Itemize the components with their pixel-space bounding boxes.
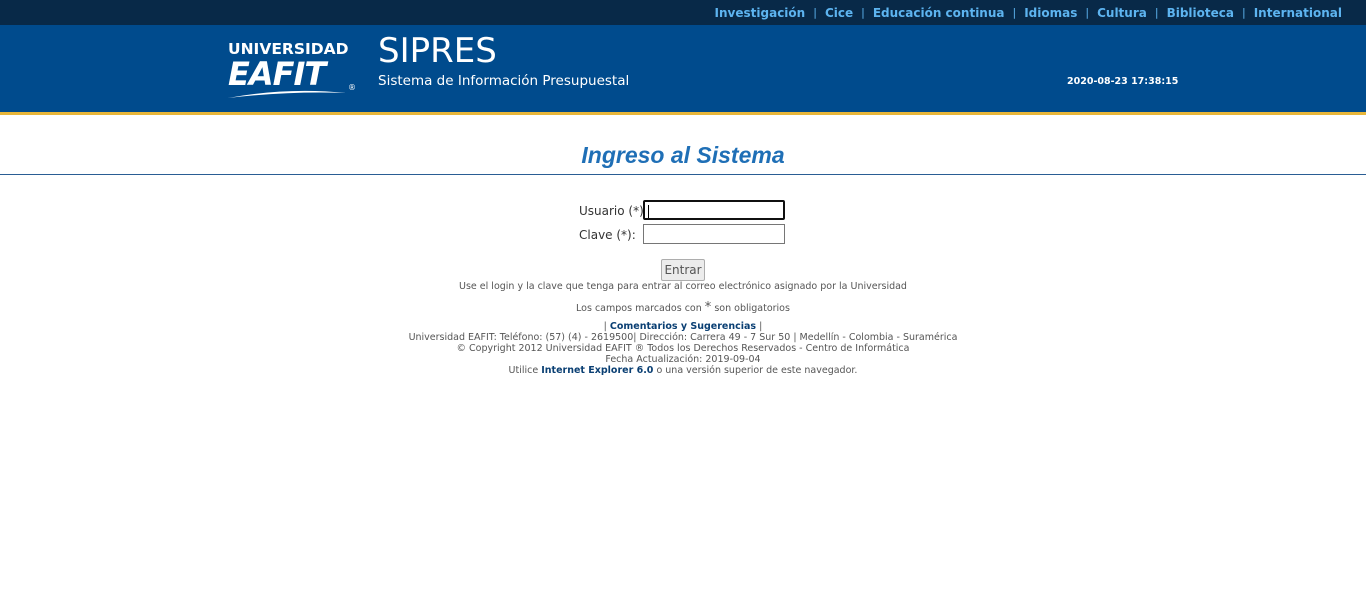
- comments-link[interactable]: Comentarios y Sugerencias: [610, 321, 756, 332]
- password-label: Clave (*):: [579, 228, 636, 242]
- logo-line2: EAFIT: [228, 55, 326, 93]
- nav-link-cice[interactable]: Cice: [825, 6, 853, 20]
- footer-browser-note: Utilice Internet Explorer 6.0 o una vers…: [0, 365, 1366, 376]
- footer-updated: Fecha Actualización: 2019-09-04: [605, 354, 761, 365]
- nav-link-educacion-continua[interactable]: Educación continua: [873, 6, 1005, 20]
- nav-separator: |: [1241, 6, 1246, 19]
- nav-link-biblioteca[interactable]: Biblioteca: [1167, 6, 1234, 20]
- footer-contact: Universidad EAFIT: Teléfono: (57) (4) - …: [408, 332, 958, 343]
- required-note-post: son obligatorios: [714, 303, 790, 314]
- username-label: Usuario (*):: [579, 204, 648, 218]
- password-input[interactable]: [643, 224, 785, 244]
- app-subtitle: Sistema de Información Presupuestal: [378, 73, 630, 89]
- nav-separator: |: [813, 6, 817, 19]
- browser-note-pre: Utilice: [508, 365, 539, 376]
- nav-separator: |: [1012, 6, 1017, 19]
- footer-pipe: |: [759, 321, 763, 332]
- top-navigation: Investigación | Cice | Educación continu…: [0, 0, 1366, 25]
- app-title: SIPRES: [378, 31, 497, 71]
- nav-separator: |: [861, 6, 865, 19]
- browser-link[interactable]: Internet Explorer 6.0: [541, 365, 653, 376]
- required-note-pre: Los campos marcados con: [576, 303, 702, 314]
- required-fields-note: Los campos marcados con * son obligatori…: [0, 300, 1366, 315]
- login-hint: Use el login y la clave que tenga para e…: [459, 281, 907, 292]
- nav-separator: |: [1085, 6, 1090, 19]
- page-title-container: Ingreso al Sistema: [0, 142, 1366, 174]
- required-star: *: [704, 300, 712, 315]
- text-caret: [648, 205, 649, 218]
- nav-separator: |: [1154, 6, 1159, 19]
- logo-swoosh-icon: [228, 90, 346, 98]
- browser-note-post: o una versión superior de este navegador…: [656, 365, 858, 376]
- logo-registered-mark: ®: [348, 83, 356, 92]
- nav-link-international[interactable]: International: [1254, 6, 1342, 20]
- footer-pipe: |: [603, 321, 607, 332]
- header-accent-line: [0, 112, 1366, 115]
- server-datetime: 2020-08-23 17:38:15: [1067, 76, 1179, 87]
- username-input[interactable]: [643, 200, 785, 220]
- submit-button[interactable]: Entrar: [661, 259, 705, 281]
- nav-link-investigacion[interactable]: Investigación: [715, 6, 806, 20]
- page-title: Ingreso al Sistema: [581, 142, 785, 168]
- nav-link-idiomas[interactable]: Idiomas: [1024, 6, 1077, 20]
- footer-links: | Comentarios y Sugerencias |: [0, 321, 1366, 332]
- login-form: Usuario (*): Clave (*): Entrar: [0, 175, 1366, 285]
- footer-copyright: © Copyright 2012 Universidad EAFIT ® Tod…: [456, 343, 910, 354]
- eafit-logo[interactable]: UNIVERSIDAD EAFIT ®: [228, 41, 360, 98]
- site-header: UNIVERSIDAD EAFIT ® SIPRES Sistema de In…: [0, 25, 1366, 112]
- nav-link-cultura[interactable]: Cultura: [1097, 6, 1147, 20]
